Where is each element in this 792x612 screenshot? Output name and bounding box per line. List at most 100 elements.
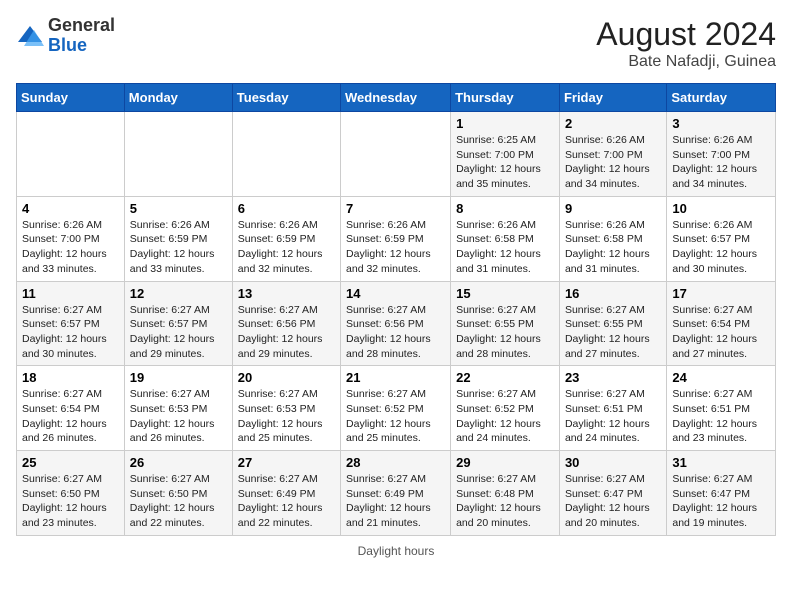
- cell-content: Sunrise: 6:27 AM Sunset: 6:47 PM Dayligh…: [672, 473, 757, 529]
- cell-content: Sunrise: 6:26 AM Sunset: 6:58 PM Dayligh…: [456, 219, 541, 275]
- day-number: 20: [238, 370, 335, 385]
- cell-content: Sunrise: 6:26 AM Sunset: 6:59 PM Dayligh…: [130, 219, 215, 275]
- calendar-cell: 31 Sunrise: 6:27 AM Sunset: 6:47 PM Dayli…: [667, 451, 776, 536]
- cell-content: Sunrise: 6:27 AM Sunset: 6:56 PM Dayligh…: [346, 304, 431, 360]
- cell-content: Sunrise: 6:27 AM Sunset: 6:49 PM Dayligh…: [346, 473, 431, 529]
- day-header-tuesday: Tuesday: [232, 84, 340, 112]
- cell-content: Sunrise: 6:26 AM Sunset: 6:59 PM Dayligh…: [238, 219, 323, 275]
- cell-content: Sunrise: 6:26 AM Sunset: 7:00 PM Dayligh…: [672, 134, 757, 190]
- day-number: 11: [22, 286, 119, 301]
- cell-content: Sunrise: 6:27 AM Sunset: 6:52 PM Dayligh…: [346, 388, 431, 444]
- cell-content: Sunrise: 6:26 AM Sunset: 6:59 PM Dayligh…: [346, 219, 431, 275]
- day-header-friday: Friday: [559, 84, 666, 112]
- cell-content: Sunrise: 6:27 AM Sunset: 6:53 PM Dayligh…: [130, 388, 215, 444]
- day-number: 3: [672, 116, 770, 131]
- cell-content: Sunrise: 6:25 AM Sunset: 7:00 PM Dayligh…: [456, 134, 541, 190]
- day-number: 6: [238, 201, 335, 216]
- day-number: 16: [565, 286, 661, 301]
- day-number: 30: [565, 455, 661, 470]
- calendar-cell: 15 Sunrise: 6:27 AM Sunset: 6:55 PM Dayli…: [451, 281, 560, 366]
- cell-content: Sunrise: 6:27 AM Sunset: 6:48 PM Dayligh…: [456, 473, 541, 529]
- day-number: 19: [130, 370, 227, 385]
- title-block: August 2024 Bate Nafadji, Guinea: [596, 16, 776, 71]
- day-number: 22: [456, 370, 554, 385]
- cell-content: Sunrise: 6:27 AM Sunset: 6:49 PM Dayligh…: [238, 473, 323, 529]
- week-row-5: 25Sunrise: 6:27 AM Sunset: 6:50 PM Dayli…: [17, 451, 776, 536]
- day-number: 13: [238, 286, 335, 301]
- calendar-cell: 1 Sunrise: 6:25 AM Sunset: 7:00 PM Daylig…: [451, 112, 560, 197]
- day-number: 23: [565, 370, 661, 385]
- day-number: 26: [130, 455, 227, 470]
- calendar-cell: 28 Sunrise: 6:27 AM Sunset: 6:49 PM Dayli…: [341, 451, 451, 536]
- cell-content: Sunrise: 6:27 AM Sunset: 6:57 PM Dayligh…: [22, 304, 107, 360]
- day-number: 18: [22, 370, 119, 385]
- calendar-cell: 27Sunrise: 6:27 AM Sunset: 6:49 PM Dayli…: [232, 451, 340, 536]
- day-number: 28: [346, 455, 445, 470]
- cell-content: Sunrise: 6:26 AM Sunset: 7:00 PM Dayligh…: [565, 134, 650, 190]
- calendar-cell: 16 Sunrise: 6:27 AM Sunset: 6:55 PM Dayli…: [559, 281, 666, 366]
- calendar-cell: 6 Sunrise: 6:26 AM Sunset: 6:59 PM Daylig…: [232, 196, 340, 281]
- cell-content: Sunrise: 6:27 AM Sunset: 6:54 PM Dayligh…: [672, 304, 757, 360]
- cell-content: Sunrise: 6:27 AM Sunset: 6:47 PM Dayligh…: [565, 473, 650, 529]
- calendar-cell: 5 Sunrise: 6:26 AM Sunset: 6:59 PM Daylig…: [124, 196, 232, 281]
- week-row-2: 4 Sunrise: 6:26 AM Sunset: 7:00 PM Daylig…: [17, 196, 776, 281]
- calendar-cell: 19 Sunrise: 6:27 AM Sunset: 6:53 PM Dayli…: [124, 366, 232, 451]
- calendar-cell: [341, 112, 451, 197]
- cell-content: Sunrise: 6:27 AM Sunset: 6:54 PM Dayligh…: [22, 388, 107, 444]
- cell-content: Sunrise: 6:26 AM Sunset: 6:57 PM Dayligh…: [672, 219, 757, 275]
- calendar-table: SundayMondayTuesdayWednesdayThursdayFrid…: [16, 83, 776, 536]
- calendar-cell: 29 Sunrise: 6:27 AM Sunset: 6:48 PM Dayli…: [451, 451, 560, 536]
- calendar-cell: [17, 112, 125, 197]
- day-number: 8: [456, 201, 554, 216]
- week-row-3: 11 Sunrise: 6:27 AM Sunset: 6:57 PM Dayli…: [17, 281, 776, 366]
- cell-content: Sunrise: 6:26 AM Sunset: 6:58 PM Dayligh…: [565, 219, 650, 275]
- day-number: 2: [565, 116, 661, 131]
- calendar-cell: 24Sunrise: 6:27 AM Sunset: 6:51 PM Dayli…: [667, 366, 776, 451]
- day-number: 1: [456, 116, 554, 131]
- calendar-cell: 26Sunrise: 6:27 AM Sunset: 6:50 PM Dayli…: [124, 451, 232, 536]
- cell-content: Sunrise: 6:27 AM Sunset: 6:51 PM Dayligh…: [565, 388, 650, 444]
- cell-content: Sunrise: 6:27 AM Sunset: 6:52 PM Dayligh…: [456, 388, 541, 444]
- day-header-monday: Monday: [124, 84, 232, 112]
- logo-text: General Blue: [48, 16, 115, 56]
- month-year: August 2024: [596, 16, 776, 53]
- day-number: 4: [22, 201, 119, 216]
- day-number: 9: [565, 201, 661, 216]
- logo-general: General: [48, 15, 115, 35]
- location: Bate Nafadji, Guinea: [596, 53, 776, 71]
- calendar-cell: [232, 112, 340, 197]
- calendar-cell: 17Sunrise: 6:27 AM Sunset: 6:54 PM Dayli…: [667, 281, 776, 366]
- cell-content: Sunrise: 6:27 AM Sunset: 6:57 PM Dayligh…: [130, 304, 215, 360]
- calendar-cell: [124, 112, 232, 197]
- day-number: 5: [130, 201, 227, 216]
- calendar-cell: 8 Sunrise: 6:26 AM Sunset: 6:58 PM Daylig…: [451, 196, 560, 281]
- cell-content: Sunrise: 6:27 AM Sunset: 6:55 PM Dayligh…: [565, 304, 650, 360]
- calendar-cell: 14Sunrise: 6:27 AM Sunset: 6:56 PM Dayli…: [341, 281, 451, 366]
- calendar-cell: 12Sunrise: 6:27 AM Sunset: 6:57 PM Dayli…: [124, 281, 232, 366]
- calendar-cell: 13Sunrise: 6:27 AM Sunset: 6:56 PM Dayli…: [232, 281, 340, 366]
- calendar-cell: 11 Sunrise: 6:27 AM Sunset: 6:57 PM Dayli…: [17, 281, 125, 366]
- footer: Daylight hours: [16, 544, 776, 558]
- calendar-cell: 23 Sunrise: 6:27 AM Sunset: 6:51 PM Dayli…: [559, 366, 666, 451]
- day-number: 10: [672, 201, 770, 216]
- cell-content: Sunrise: 6:27 AM Sunset: 6:55 PM Dayligh…: [456, 304, 541, 360]
- day-number: 15: [456, 286, 554, 301]
- day-number: 31: [672, 455, 770, 470]
- calendar-cell: 3 Sunrise: 6:26 AM Sunset: 7:00 PM Daylig…: [667, 112, 776, 197]
- week-row-4: 18 Sunrise: 6:27 AM Sunset: 6:54 PM Dayli…: [17, 366, 776, 451]
- day-header-wednesday: Wednesday: [341, 84, 451, 112]
- week-row-1: 1 Sunrise: 6:25 AM Sunset: 7:00 PM Daylig…: [17, 112, 776, 197]
- day-header-saturday: Saturday: [667, 84, 776, 112]
- calendar-cell: 10 Sunrise: 6:26 AM Sunset: 6:57 PM Dayli…: [667, 196, 776, 281]
- calendar-cell: 18 Sunrise: 6:27 AM Sunset: 6:54 PM Dayli…: [17, 366, 125, 451]
- day-number: 25: [22, 455, 119, 470]
- cell-content: Sunrise: 6:26 AM Sunset: 7:00 PM Dayligh…: [22, 219, 107, 275]
- day-header-sunday: Sunday: [17, 84, 125, 112]
- calendar-cell: 25Sunrise: 6:27 AM Sunset: 6:50 PM Dayli…: [17, 451, 125, 536]
- logo: General Blue: [16, 16, 115, 56]
- day-number: 29: [456, 455, 554, 470]
- calendar-cell: 4 Sunrise: 6:26 AM Sunset: 7:00 PM Daylig…: [17, 196, 125, 281]
- logo-blue: Blue: [48, 35, 87, 55]
- calendar-cell: 2 Sunrise: 6:26 AM Sunset: 7:00 PM Daylig…: [559, 112, 666, 197]
- calendar-cell: 21Sunrise: 6:27 AM Sunset: 6:52 PM Dayli…: [341, 366, 451, 451]
